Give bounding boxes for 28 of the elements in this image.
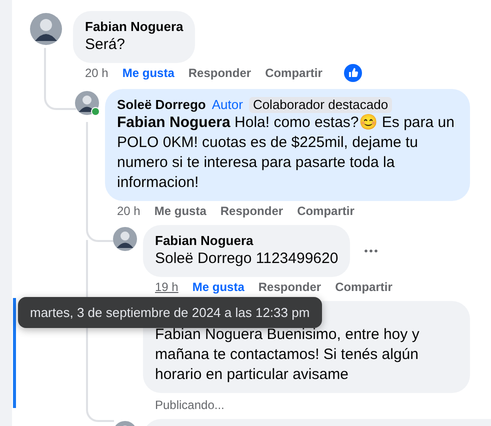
author-badge[interactable]: Autor: [212, 97, 243, 113]
avatar-icon[interactable]: [75, 91, 99, 115]
timestamp-link[interactable]: 19 h: [155, 280, 178, 294]
share-button[interactable]: Compartir: [297, 204, 354, 218]
author-name[interactable]: Soleë Dorrego: [117, 97, 206, 113]
reply-button[interactable]: Responder: [258, 280, 322, 294]
share-button[interactable]: Compartir: [335, 280, 392, 294]
reply-button[interactable]: Responder: [220, 204, 284, 218]
comment-text: Fabian Noguera Hola! como estas?😊 Es para un POLO 0KM! cuotas es de $225mil, dejame tu numero si te interesa para pasarte toda la informacion!: [117, 113, 456, 193]
like-button[interactable]: Me gusta: [192, 280, 244, 294]
contributor-badge: Colaborador destacado: [248, 97, 392, 113]
more-icon[interactable]: [364, 249, 378, 253]
comment-text: Soleë Dorrego 1123499620: [155, 249, 338, 269]
date-tooltip: martes, 3 de septiembre de 2024 a las 12:33 pm: [18, 297, 322, 328]
posting-status: Publicando...: [155, 397, 226, 413]
like-button[interactable]: Me gusta: [154, 204, 206, 218]
timestamp-link[interactable]: 20 h: [117, 204, 140, 218]
avatar-icon[interactable]: [113, 227, 137, 251]
timestamp-link[interactable]: 20 h: [85, 66, 108, 80]
reply-button[interactable]: Responder: [188, 66, 252, 80]
like-button[interactable]: Me gusta: [122, 66, 174, 80]
comment-text: Será?: [85, 35, 126, 55]
avatar-icon[interactable]: [30, 13, 62, 45]
author-name[interactable]: Fabian Noguera: [85, 19, 184, 35]
author-name[interactable]: Fabian Noguera: [155, 233, 254, 249]
like-icon[interactable]: [344, 64, 362, 82]
share-button[interactable]: Compartir: [265, 66, 322, 80]
comment-text: Fabian Noguera Buenisimo, entre hoy y mañana te contactamos! Si tenés algún horario en particular avisame: [155, 325, 420, 385]
